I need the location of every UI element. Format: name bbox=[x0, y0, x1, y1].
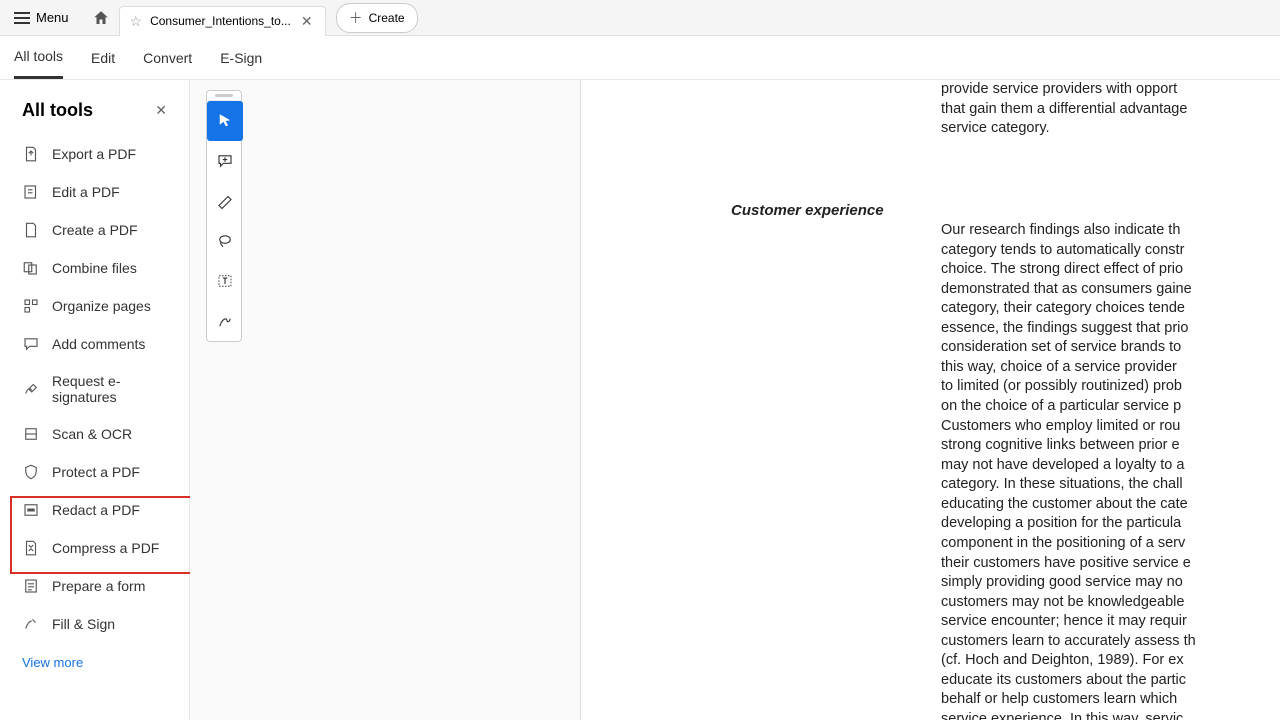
create-button[interactable]: ＋ Create bbox=[336, 3, 418, 33]
close-tab-button[interactable]: ✕ bbox=[299, 13, 315, 30]
tool-label: Organize pages bbox=[52, 298, 151, 314]
combine-icon bbox=[22, 259, 40, 277]
tool-label: Prepare a form bbox=[52, 578, 145, 594]
tool-item-export[interactable]: Export a PDF bbox=[0, 135, 189, 173]
tool-label: Request e-signatures bbox=[52, 373, 167, 405]
palette-drag-handle[interactable] bbox=[207, 91, 241, 101]
tool-item-comment[interactable]: Add comments bbox=[0, 325, 189, 363]
create-pdf-icon bbox=[22, 221, 40, 239]
tool-item-request-sign[interactable]: Request e-signatures bbox=[0, 363, 189, 415]
tool-label: Redact a PDF bbox=[52, 502, 140, 518]
tool-list: Export a PDF Edit a PDF Create a PDF Combin… bbox=[0, 135, 189, 643]
document-tab[interactable]: ☆ Consumer_Intentions_to... ✕ bbox=[119, 6, 326, 36]
speech-bubble-icon bbox=[216, 152, 234, 170]
edit-pdf-icon bbox=[22, 183, 40, 201]
lasso-icon bbox=[216, 232, 234, 250]
section-heading: Customer experience bbox=[581, 141, 1280, 221]
draw-tool[interactable] bbox=[207, 221, 243, 261]
annotation-palette[interactable] bbox=[206, 90, 242, 342]
tool-item-organize[interactable]: Organize pages bbox=[0, 287, 189, 325]
top-nav: All tools Edit Convert E-Sign bbox=[0, 36, 1280, 80]
tool-label: Export a PDF bbox=[52, 146, 136, 162]
fill-sign-icon bbox=[22, 615, 40, 633]
create-label: Create bbox=[369, 11, 405, 25]
tool-item-scan-ocr[interactable]: Scan & OCR bbox=[0, 415, 189, 453]
body-text-top: provide service providers with opporttha… bbox=[581, 80, 1280, 139]
sidebar-title: All tools bbox=[22, 100, 93, 121]
compress-icon bbox=[22, 539, 40, 557]
nav-all-tools[interactable]: All tools bbox=[14, 36, 63, 79]
close-sidebar-button[interactable]: ✕ bbox=[155, 102, 167, 119]
sidebar-header: All tools ✕ bbox=[0, 94, 189, 135]
nav-esign[interactable]: E-Sign bbox=[220, 38, 262, 78]
cursor-icon bbox=[216, 112, 234, 130]
body-text-main: Our research findings also indicate thca… bbox=[581, 221, 1280, 720]
tool-label: Fill & Sign bbox=[52, 616, 115, 632]
hamburger-icon bbox=[14, 12, 30, 24]
tool-label: Add comments bbox=[52, 336, 145, 352]
tab-title: Consumer_Intentions_to... bbox=[150, 14, 291, 28]
tool-label: Protect a PDF bbox=[52, 464, 140, 480]
home-icon bbox=[92, 9, 110, 27]
select-tool[interactable] bbox=[207, 101, 243, 141]
sign-tool[interactable] bbox=[207, 301, 243, 341]
view-more-link[interactable]: View more bbox=[0, 643, 189, 682]
titlebar: Menu ☆ Consumer_Intentions_to... ✕ ＋ Cre… bbox=[0, 0, 1280, 36]
protect-icon bbox=[22, 463, 40, 481]
pdf-page[interactable]: provide service providers with opporttha… bbox=[580, 80, 1280, 720]
tool-label: Create a PDF bbox=[52, 222, 138, 238]
tool-item-compress[interactable]: Compress a PDF bbox=[0, 529, 189, 567]
tool-item-protect[interactable]: Protect a PDF bbox=[0, 453, 189, 491]
tool-item-combine[interactable]: Combine files bbox=[0, 249, 189, 287]
plus-icon: ＋ bbox=[349, 8, 363, 28]
export-icon bbox=[22, 145, 40, 163]
document-area[interactable]: provide service providers with opporttha… bbox=[190, 80, 1280, 720]
tool-label: Combine files bbox=[52, 260, 137, 276]
text-tool[interactable] bbox=[207, 261, 243, 301]
home-button[interactable] bbox=[83, 0, 119, 36]
nav-convert[interactable]: Convert bbox=[143, 38, 192, 78]
highlight-tool[interactable] bbox=[207, 181, 243, 221]
tools-sidebar: All tools ✕ Export a PDF Edit a PDF Create… bbox=[0, 80, 190, 720]
tool-item-create-pdf[interactable]: Create a PDF bbox=[0, 211, 189, 249]
tool-item-fill-sign[interactable]: Fill & Sign bbox=[0, 605, 189, 643]
form-icon bbox=[22, 577, 40, 595]
tool-label: Edit a PDF bbox=[52, 184, 120, 200]
text-box-icon bbox=[216, 272, 234, 290]
comment-icon bbox=[22, 335, 40, 353]
tool-item-edit-pdf[interactable]: Edit a PDF bbox=[0, 173, 189, 211]
redact-icon bbox=[22, 501, 40, 519]
request-sign-icon bbox=[22, 380, 40, 398]
tool-item-redact[interactable]: Redact a PDF bbox=[0, 491, 189, 529]
menu-button[interactable]: Menu bbox=[0, 0, 83, 35]
highlighter-icon bbox=[216, 192, 234, 210]
tool-label: Scan & OCR bbox=[52, 426, 132, 442]
comment-tool[interactable] bbox=[207, 141, 243, 181]
pen-icon bbox=[216, 312, 234, 330]
nav-edit[interactable]: Edit bbox=[91, 38, 115, 78]
organize-icon bbox=[22, 297, 40, 315]
menu-label: Menu bbox=[36, 10, 69, 25]
tool-label: Compress a PDF bbox=[52, 540, 159, 556]
scan-ocr-icon bbox=[22, 425, 40, 443]
star-icon[interactable]: ☆ bbox=[130, 13, 143, 30]
tool-item-form[interactable]: Prepare a form bbox=[0, 567, 189, 605]
main-area: All tools ✕ Export a PDF Edit a PDF Create… bbox=[0, 80, 1280, 720]
